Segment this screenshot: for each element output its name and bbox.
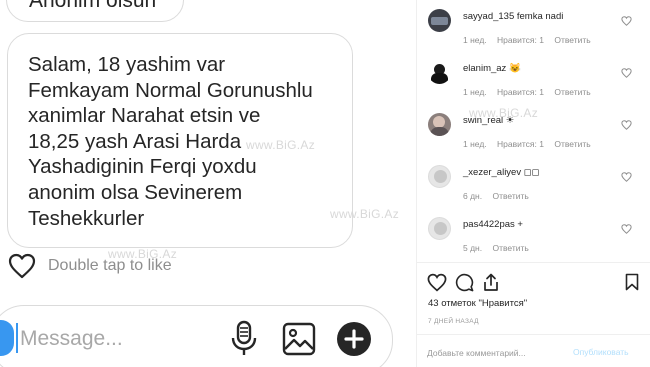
comment-icon[interactable] xyxy=(455,273,474,292)
comment-text: 😺 xyxy=(508,63,521,74)
comment-time[interactable]: 1 нед. xyxy=(463,139,487,149)
previous-message-bubble: Anonim olsun xyxy=(6,0,184,22)
post-time: 7 ДНЕЙ НАЗАД xyxy=(428,318,479,325)
avatar[interactable] xyxy=(428,113,451,136)
comment-time[interactable]: 5 дн. xyxy=(463,243,482,253)
watermark: www.BiG.Az xyxy=(246,138,316,152)
reply-link[interactable]: Ответить xyxy=(554,139,590,149)
comment-username[interactable]: sayyad_135 xyxy=(463,11,514,22)
watermark: www.BiG.Az xyxy=(108,247,178,261)
plus-icon[interactable] xyxy=(336,321,372,357)
publish-button[interactable]: Опубликовать xyxy=(573,347,629,357)
comment-text: femka nadi xyxy=(516,11,564,22)
comment-likes[interactable]: Нравится: 1 xyxy=(497,139,544,149)
avatar[interactable] xyxy=(428,217,451,240)
watermark: www.BiG.Az xyxy=(330,207,400,221)
comment-time[interactable]: 1 нед. xyxy=(463,35,487,45)
message-input[interactable] xyxy=(20,323,210,355)
heart-icon[interactable] xyxy=(621,16,632,26)
divider xyxy=(417,262,650,263)
comment-username[interactable]: _xezer_aliyev xyxy=(463,167,521,178)
add-comment-input[interactable] xyxy=(427,346,567,360)
avatar[interactable] xyxy=(428,165,451,188)
heart-icon[interactable] xyxy=(621,120,632,130)
heart-icon[interactable] xyxy=(621,224,632,234)
direct-message-panel: Anonim olsun Salam, 18 yashim var Femkay… xyxy=(0,0,416,367)
previous-message-text: Anonim olsun xyxy=(29,0,157,12)
comment-username[interactable]: pas4422pas xyxy=(463,219,515,230)
text-caret xyxy=(16,323,18,353)
share-icon[interactable] xyxy=(482,273,500,292)
gallery-icon[interactable] xyxy=(282,322,316,356)
microphone-icon[interactable] xyxy=(230,320,258,358)
comment-text: + xyxy=(517,219,523,230)
comment-time[interactable]: 1 нед. xyxy=(463,87,487,97)
watermark: www.BiG.Az xyxy=(469,106,539,120)
heart-icon[interactable] xyxy=(8,253,36,279)
bookmark-icon[interactable] xyxy=(625,273,639,291)
comment-item: sayyad_135 femka nadi 1 нед. Нравится: 1… xyxy=(417,3,650,53)
reply-link[interactable]: Ответить xyxy=(492,243,528,253)
comment-item: elanim_az 😺 1 нед. Нравится: 1 Ответить xyxy=(417,55,650,105)
comment-text: ◻◻ xyxy=(523,167,540,178)
post-comments-panel: sayyad_135 femka nadi 1 нед. Нравится: 1… xyxy=(416,0,650,367)
heart-icon[interactable] xyxy=(621,172,632,182)
comment-likes[interactable]: Нравится: 1 xyxy=(497,35,544,45)
comment-item: pas4422pas + 5 дн. Ответить xyxy=(417,211,650,261)
reply-link[interactable]: Ответить xyxy=(554,87,590,97)
heart-icon[interactable] xyxy=(427,273,447,292)
avatar[interactable] xyxy=(428,61,451,84)
heart-icon[interactable] xyxy=(621,68,632,78)
reply-link[interactable]: Ответить xyxy=(554,35,590,45)
comment-item: _xezer_aliyev ◻◻ 6 дн. Ответить xyxy=(417,159,650,209)
post-actions xyxy=(427,273,647,295)
comment-time[interactable]: 6 дн. xyxy=(463,191,482,201)
likes-count[interactable]: 43 отметок "Нравится" xyxy=(428,298,527,309)
avatar[interactable] xyxy=(428,9,451,32)
divider xyxy=(417,334,650,335)
comment-username[interactable]: elanim_az xyxy=(463,63,506,74)
comment-likes[interactable]: Нравится: 1 xyxy=(497,87,544,97)
reply-link[interactable]: Ответить xyxy=(492,191,528,201)
